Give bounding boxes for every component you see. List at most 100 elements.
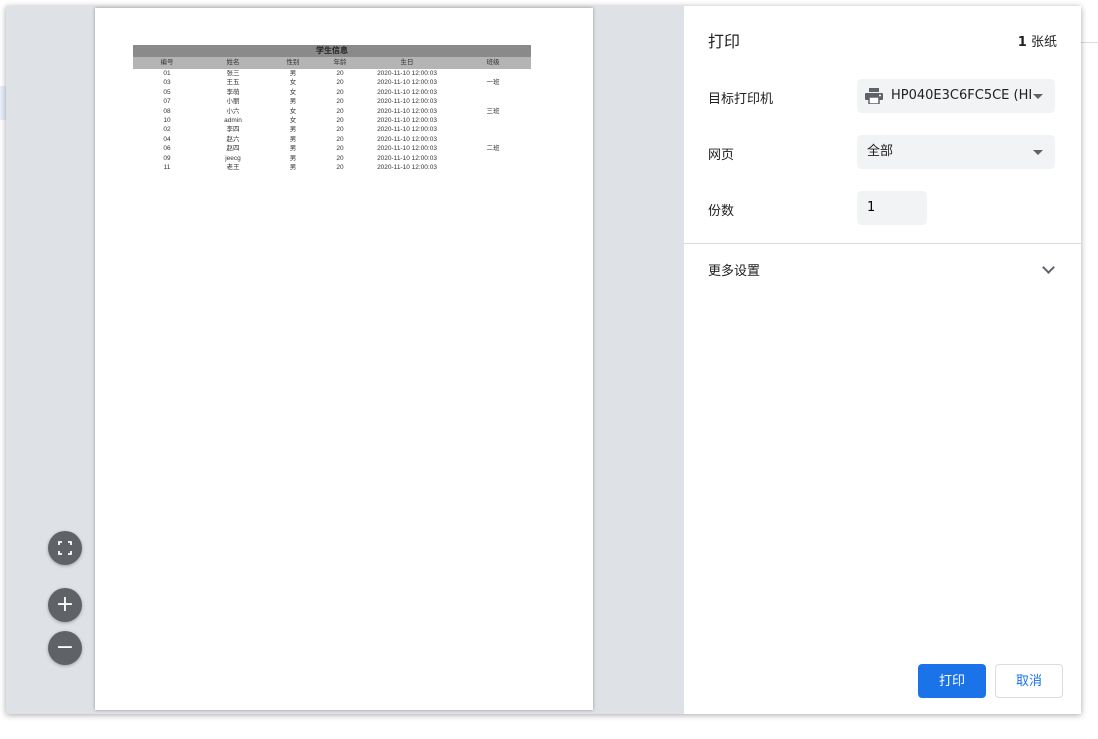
report-cell: 男 — [289, 98, 297, 106]
report-row: 06 赵四 男 20 2020-11-10 12:00:03 二班 — [133, 144, 531, 153]
report-cell: 赵四 — [226, 145, 240, 153]
plus-icon: + — [55, 592, 75, 617]
report-cell: 男 — [289, 135, 297, 143]
report-column-header: 年龄 — [333, 59, 347, 66]
report-cell: 20 — [336, 154, 344, 162]
report-cell: 2020-11-10 12:00:03 — [377, 88, 437, 96]
report-column-header: 编号 — [160, 59, 174, 66]
printer-select[interactable]: HP040E3C6FC5CE (HI — [857, 79, 1055, 113]
printer-value: HP040E3C6FC5CE (HI — [891, 88, 1033, 103]
report-cell: 10 — [163, 116, 171, 124]
chevron-down-icon[interactable] — [1042, 261, 1055, 274]
report-cell — [455, 97, 531, 106]
more-settings-toggle[interactable]: 更多设置 — [708, 260, 760, 279]
chevron-down-icon — [1033, 94, 1043, 99]
report-row: 03 王五 女 20 2020-11-10 12:00:03 一班 — [133, 78, 531, 87]
report-cell: 一班 — [486, 79, 500, 87]
report-cell: 20 — [336, 98, 344, 106]
printer-label: 目标打印机 — [708, 92, 774, 107]
pages-label: 网页 — [708, 148, 735, 163]
report-cell: 老王 — [226, 163, 240, 171]
sheet-count: 1 张纸 — [1018, 31, 1057, 50]
report-row: 08 小六 女 20 2020-11-10 12:00:03 三班 — [133, 107, 531, 116]
report-cell: 08 — [163, 107, 171, 115]
print-settings-panel: 打印 1 张纸 目标打印机 HP040E3C6FC5CE (HI 网页 全部 份… — [684, 6, 1081, 714]
report-cell: 女 — [289, 107, 297, 115]
report-cell: 李萌 — [226, 88, 240, 96]
report-cell: 03 — [163, 79, 171, 87]
print-preview-area[interactable]: 学生信息 编号 姓名 性别 年龄 生日 班级 01 张三男 20 2020-11-10 12:0… — [6, 6, 684, 714]
report-cell: 2020-11-10 12:00:03 — [377, 107, 437, 115]
report-cell: 09 — [163, 154, 171, 162]
report-row: 04 赵六 男 20 2020-11-10 12:00:03 — [133, 135, 531, 144]
report-cell: 2020-11-10 12:00:03 — [377, 163, 437, 171]
sheet-count-number: 1 — [1017, 35, 1027, 50]
report-cell: 11 — [163, 163, 171, 171]
report-column-header: 班级 — [486, 59, 500, 66]
report-column-header: 姓名 — [226, 59, 240, 66]
zoom-out-button[interactable]: − — [48, 631, 82, 665]
print-dialog: 学生信息 编号 姓名 性别 年龄 生日 班级 01 张三男 20 2020-11-10 12:0… — [6, 6, 1081, 714]
report-cell: 20 — [336, 88, 344, 96]
report-cell — [455, 163, 531, 172]
report-cell: 20 — [336, 163, 344, 171]
report-column-header: 生日 — [400, 59, 414, 66]
report-cell: 2020-11-10 12:00:03 — [377, 70, 437, 77]
report-row: 11 老王 男 20 2020-11-10 12:00:03 — [133, 163, 531, 172]
report-cell: 女 — [289, 79, 297, 87]
report-row: 05 李萌 女 20 2020-11-10 12:00:03 — [133, 88, 531, 97]
pages-select[interactable]: 全部 — [857, 135, 1055, 169]
report-row: 02 李四 男 20 2020-11-10 12:00:03 — [133, 125, 531, 134]
report-cell: 20 — [336, 79, 344, 87]
report-cell: 20 — [336, 135, 344, 143]
report-cell: 张三 — [226, 70, 240, 77]
report-cell: 三班 — [486, 107, 500, 115]
report-cell: 男 — [289, 145, 297, 153]
divider — [684, 243, 1081, 244]
report-cell: 2020-11-10 12:00:03 — [377, 98, 437, 106]
fit-to-page-icon — [58, 541, 72, 555]
copies-label: 份数 — [708, 204, 735, 219]
report-column-header: 性别 — [286, 59, 300, 66]
fit-to-page-button[interactable] — [48, 531, 82, 565]
report-cell: 20 — [336, 126, 344, 134]
report-row: 09 jeecg 男 20 2020-11-10 12:00:03 — [133, 154, 531, 163]
report-cell: 男 — [289, 70, 297, 77]
report-cell: 20 — [336, 116, 344, 124]
report-cell: 女 — [289, 116, 297, 124]
report-cell: 男 — [289, 126, 297, 134]
pages-value: 全部 — [867, 144, 894, 159]
report-cell: 04 — [163, 135, 171, 143]
report-cell: 小丽 — [226, 98, 240, 106]
report-cell — [455, 125, 531, 134]
report-header: 编号 姓名 性别 年龄 生日 班级 — [133, 57, 531, 69]
copies-value: 1 — [867, 200, 876, 215]
report-cell: 男 — [289, 154, 297, 162]
report-cell: 男 — [289, 163, 297, 171]
report-cell: 07 — [163, 98, 171, 106]
print-button[interactable]: 打印 — [918, 664, 986, 698]
report-title: 学生信息 — [133, 45, 531, 57]
report-cell — [455, 154, 531, 163]
report-cell: 2020-11-10 12:00:03 — [377, 135, 437, 143]
background-divider — [1081, 42, 1098, 43]
report-body: 01 张三男 20 2020-11-10 12:00:03 03 王五女 20 2020-11… — [133, 69, 531, 172]
report-cell: 2020-11-10 12:00:03 — [377, 79, 437, 87]
copies-input[interactable]: 1 — [857, 191, 927, 225]
report-row: 10 admin 女 20 2020-11-10 12:00:03 — [133, 116, 531, 125]
chevron-down-icon — [1033, 150, 1043, 155]
report-cell — [455, 88, 531, 97]
report-cell: 2020-11-10 12:00:03 — [377, 116, 437, 124]
report-row: 01 张三 男 20 2020-11-10 12:00:03 — [133, 69, 531, 78]
report-cell: 2020-11-10 12:00:03 — [377, 126, 437, 134]
report-cell: 02 — [163, 126, 171, 134]
report-cell: 二班 — [486, 145, 500, 153]
zoom-in-button[interactable]: + — [48, 588, 82, 622]
report-cell: 2020-11-10 12:00:03 — [377, 145, 437, 153]
report-cell: 20 — [336, 107, 344, 115]
report-cell: 女 — [289, 88, 297, 96]
report-cell: 小六 — [226, 107, 240, 115]
report-cell: 01 — [163, 70, 171, 77]
cancel-button[interactable]: 取消 — [995, 664, 1063, 698]
panel-title: 打印 — [708, 32, 741, 51]
